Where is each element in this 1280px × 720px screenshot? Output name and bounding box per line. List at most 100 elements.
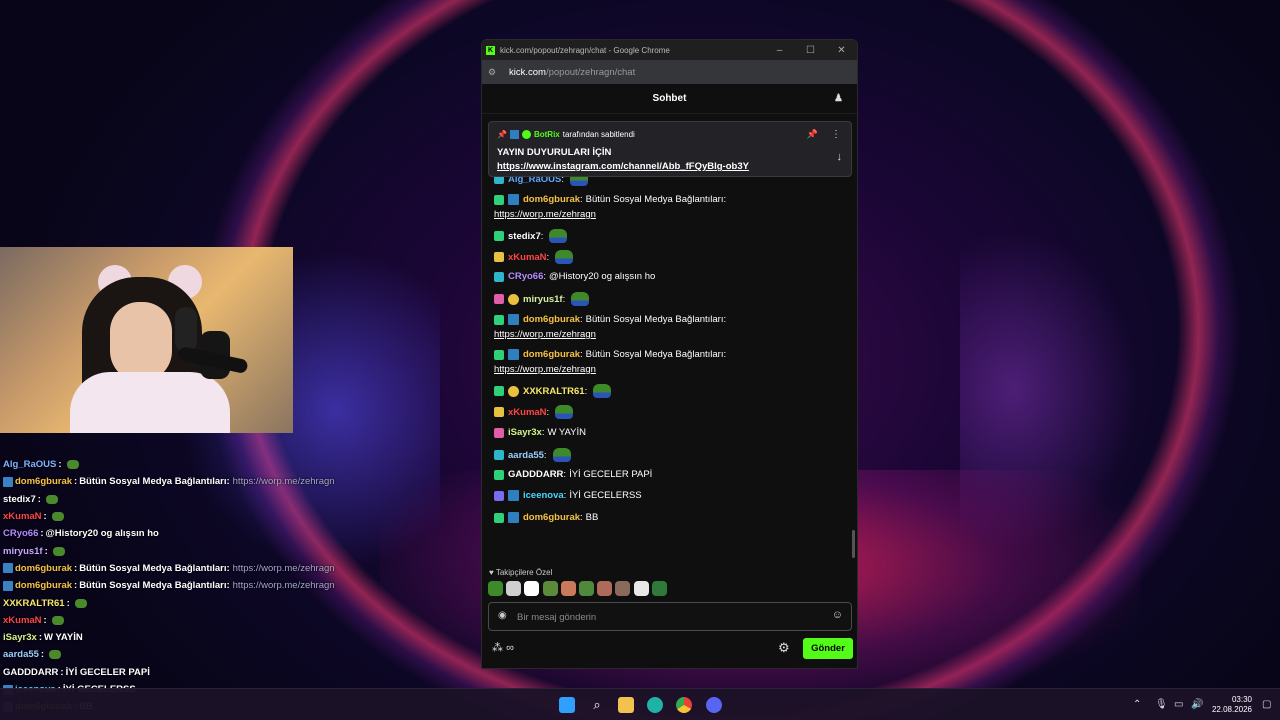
- settings-icon[interactable]: ⚙: [778, 640, 790, 656]
- overlay-username: iSayr3x: [3, 632, 37, 644]
- chat-message[interactable]: dom6gburak: BB: [494, 512, 598, 523]
- chat-message[interactable]: dom6gburak: Bütün Sosyal Medya Bağlantıla…: [494, 314, 726, 325]
- pepe-emote-icon: [66, 460, 79, 470]
- overlay-text: Bütün Sosyal Medya Bağlantıları:: [79, 580, 230, 592]
- chat-username[interactable]: iSayr3x: [508, 427, 542, 438]
- emote-item[interactable]: [578, 581, 594, 596]
- subscriber-badge-icon: [494, 194, 504, 205]
- site-settings-icon[interactable]: ⚙: [488, 67, 499, 78]
- overlay-text: W YAYİN: [43, 632, 83, 644]
- start-icon[interactable]: [559, 697, 575, 713]
- pin-icon: 📌: [497, 130, 507, 139]
- chat-separator: :: [563, 469, 567, 480]
- chat-username[interactable]: dom6gburak: [523, 512, 580, 523]
- overlay-username: CRyo66: [3, 528, 39, 540]
- chat-separator: :: [563, 490, 567, 501]
- more-options-icon[interactable]: ⋮: [831, 129, 841, 140]
- network-icon[interactable]: ▭: [1174, 699, 1183, 710]
- chat-message[interactable]: stedix7:: [494, 229, 568, 243]
- pepe-emote-icon: [49, 650, 62, 660]
- chat-message[interactable]: dom6gburak: Bütün Sosyal Medya Bağlantıla…: [494, 194, 726, 205]
- chat-message[interactable]: aarda55:: [494, 448, 571, 462]
- chat-message[interactable]: GADDDARR: İYİ GECELER PAPİ: [494, 469, 652, 480]
- chat-message[interactable]: miryus1f:: [494, 292, 590, 306]
- subscriber-badge-icon: [494, 450, 504, 460]
- microphone-icon[interactable]: 🎙: [1155, 699, 1168, 710]
- chat-username[interactable]: CRyo66: [508, 271, 543, 282]
- chat-header: Sohbet ♟: [482, 84, 857, 114]
- chat-username[interactable]: aarda55: [508, 450, 544, 461]
- file-explorer-icon[interactable]: [618, 697, 634, 713]
- emote-quickbar: ♥ Takipçilere Özel: [482, 566, 857, 600]
- pinned-by-suffix: tarafından sabitlendi: [562, 130, 635, 139]
- chat-link[interactable]: https://worp.me/zehragn: [494, 209, 596, 220]
- unpin-icon[interactable]: 📌: [807, 129, 818, 140]
- system-clock[interactable]: 03:30 22.08.2026: [1206, 695, 1252, 715]
- tray-chevron-up-icon[interactable]: ⌃: [1133, 699, 1141, 710]
- chat-scrollbar[interactable]: [852, 530, 855, 558]
- chat-username[interactable]: dom6gburak: [523, 194, 580, 205]
- overlay-separator: :: [38, 632, 42, 644]
- chat-username[interactable]: xKumaN: [508, 407, 547, 418]
- edge-icon[interactable]: [647, 697, 663, 713]
- discord-icon[interactable]: [706, 697, 722, 713]
- chat-username[interactable]: xKumaN: [508, 252, 547, 263]
- subscriber-badge-icon: [494, 407, 504, 417]
- notification-icon[interactable]: ▢: [1262, 699, 1271, 710]
- emote-item[interactable]: [542, 581, 558, 596]
- send-button[interactable]: Gönder: [803, 638, 853, 659]
- chat-message[interactable]: xKumaN:: [494, 250, 574, 264]
- maximize-icon[interactable]: ☐: [795, 45, 826, 56]
- overlay-separator: :: [44, 545, 48, 557]
- overlay-username: dom6gburak: [15, 580, 73, 592]
- pepe-emote-icon: [52, 546, 65, 556]
- message-input-box[interactable]: ◉ ☺: [488, 602, 852, 631]
- overlay-chat-row: Alg_RaOUS:: [3, 456, 343, 473]
- close-icon[interactable]: ✕: [826, 45, 857, 56]
- emote-item[interactable]: [651, 581, 667, 596]
- message-input[interactable]: [517, 607, 817, 627]
- chat-message[interactable]: XXKRALTR61:: [494, 384, 612, 398]
- emote-item[interactable]: [488, 581, 503, 596]
- chat-link[interactable]: https://worp.me/zehragn: [494, 364, 596, 375]
- chat-username[interactable]: GADDDARR: [508, 469, 563, 480]
- overlay-username: GADDDARR: [3, 666, 59, 678]
- chat-username[interactable]: iceenova: [523, 490, 564, 501]
- chat-link[interactable]: https://worp.me/zehragn: [494, 329, 596, 340]
- emote-item[interactable]: [633, 581, 649, 596]
- chat-message[interactable]: iSayr3x: W YAYİN: [494, 427, 586, 438]
- pinned-message[interactable]: 📌 BotRix tarafından sabitlendi YAYIN DUY…: [488, 121, 852, 177]
- overlay-chat-row: stedix7:: [3, 491, 343, 508]
- chat-message[interactable]: xKumaN:: [494, 405, 574, 419]
- expand-down-icon[interactable]: ↓: [837, 151, 843, 163]
- emote-item[interactable]: [597, 581, 613, 596]
- search-icon[interactable]: ⌕: [589, 697, 605, 713]
- minimize-icon[interactable]: –: [764, 45, 795, 56]
- emote-item[interactable]: [506, 581, 522, 596]
- chat-message[interactable]: dom6gburak: Bütün Sosyal Medya Bağlantıla…: [494, 349, 726, 360]
- chat-message[interactable]: CRyo66: @History20 og alışsın ho: [494, 271, 655, 282]
- subscriber-badge-icon: [494, 294, 504, 304]
- emote-item[interactable]: [524, 581, 540, 596]
- pepe-emote-icon: [74, 598, 87, 608]
- chat-message[interactable]: iceenova: İYİ GECELERSS: [494, 490, 642, 501]
- stream-overlay-chat: Alg_RaOUS: dom6gburak: Bütün Sosyal Medya …: [3, 447, 343, 715]
- channel-points[interactable]: ⁂ ∞: [492, 641, 514, 654]
- chat-separator: :: [584, 385, 588, 397]
- chrome-icon[interactable]: [676, 697, 692, 713]
- emote-item[interactable]: [560, 581, 576, 596]
- overlay-chat-row: dom6gburak: Bütün Sosyal Medya Bağlantıla…: [3, 560, 343, 577]
- chat-username[interactable]: miryus1f: [523, 294, 563, 305]
- address-bar[interactable]: ⚙ kick.com/popout/zehragn/chat: [482, 60, 857, 84]
- chat-username[interactable]: XXKRALTR61: [523, 386, 585, 397]
- pinned-link[interactable]: https://www.instagram.com/channel/Abb_fF…: [497, 161, 749, 172]
- record-icon[interactable]: ◉: [498, 610, 507, 621]
- chat-message-list[interactable]: Fant4ny:İG BBAlg_RaOUS:dom6gburak:Bütün …: [482, 114, 857, 566]
- emoji-icon[interactable]: ☺: [832, 609, 843, 621]
- emote-item[interactable]: [615, 581, 631, 596]
- users-icon[interactable]: ♟: [834, 93, 843, 104]
- chat-username[interactable]: stedix7: [508, 231, 541, 242]
- chat-username[interactable]: dom6gburak: [523, 349, 580, 360]
- chat-username[interactable]: dom6gburak: [523, 314, 580, 325]
- volume-icon[interactable]: 🔊: [1191, 699, 1203, 710]
